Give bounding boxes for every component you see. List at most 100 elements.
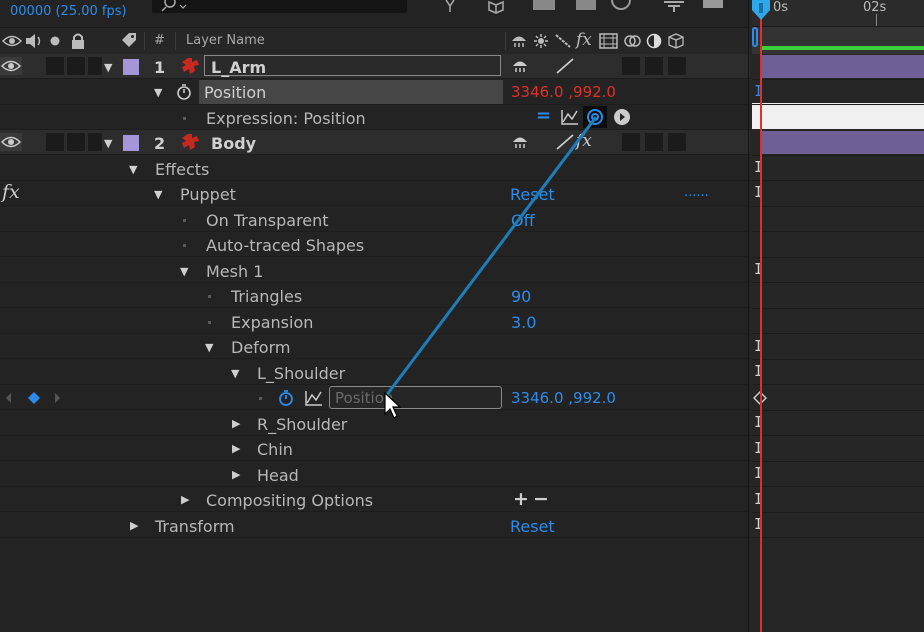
current-time-indicator-icon[interactable] <box>751 0 771 22</box>
expand-triangle-icon[interactable]: ▼ <box>231 367 239 380</box>
transform-label[interactable]: Transform <box>155 517 235 536</box>
collapse-triangle-icon[interactable]: ▶ <box>130 519 138 532</box>
visibility-eye-icon[interactable] <box>0 133 22 151</box>
collapse-sun-icon[interactable] <box>533 33 549 49</box>
layer-name-column-header[interactable]: Layer Name <box>186 33 265 48</box>
collapse-triangle-icon[interactable]: ▶ <box>232 442 240 455</box>
effects-fx-icon[interactable]: fx <box>576 30 592 50</box>
mesh-label[interactable]: Mesh 1 <box>206 262 263 281</box>
r-shoulder-label[interactable]: R_Shoulder <box>257 415 347 434</box>
effects-switch-fx-icon[interactable]: fx <box>576 131 592 151</box>
keyframe-navigator[interactable] <box>3 391 65 405</box>
expression-editor-field[interactable] <box>752 103 924 129</box>
audio-speaker-icon[interactable] <box>24 33 44 49</box>
comp-mini-flowchart-icon[interactable] <box>440 0 460 14</box>
shy-icon[interactable] <box>510 33 528 49</box>
expansion-value[interactable]: 3.0 <box>511 313 536 332</box>
audio-switch[interactable] <box>46 133 64 151</box>
collapse-triangle-icon[interactable]: ▶ <box>232 417 240 430</box>
triangles-value[interactable]: 90 <box>511 287 531 306</box>
draft-3d-icon[interactable] <box>487 0 505 14</box>
motion-blur-switch[interactable] <box>645 133 663 151</box>
lock-switch[interactable] <box>88 133 102 151</box>
expand-triangle-icon[interactable]: ▼ <box>129 163 137 176</box>
expand-triangle-icon[interactable]: ▼ <box>180 265 188 278</box>
expand-triangle-icon[interactable]: ▼ <box>154 188 162 201</box>
shy-switch-icon[interactable] <box>511 58 529 74</box>
layer-name[interactable]: Body <box>211 134 256 153</box>
frame-blend-switch[interactable] <box>622 133 640 151</box>
work-area-bar[interactable] <box>762 46 924 50</box>
solo-switch[interactable] <box>67 57 85 75</box>
position-value[interactable]: 3346.0 ,992.0 <box>511 83 616 101</box>
compositing-label[interactable]: Compositing Options <box>206 491 373 510</box>
collapse-triangle-icon[interactable]: ▶ <box>181 493 189 506</box>
timecode-display[interactable]: 00000 (25.00 fps) <box>10 4 127 19</box>
flowchart-icon[interactable] <box>702 0 724 10</box>
frame-blending-icon[interactable] <box>532 0 556 12</box>
lock-icon[interactable] <box>70 32 86 50</box>
remove-mask-button[interactable]: − <box>533 488 549 510</box>
effects-label[interactable]: Effects <box>155 160 209 179</box>
stopwatch-active-icon[interactable] <box>277 389 295 407</box>
label-tag-icon[interactable] <box>120 32 138 50</box>
pickwhip-target-label[interactable]: Position <box>335 389 393 407</box>
puppet-about-link[interactable]: ...... <box>684 185 709 200</box>
visibility-eye-icon[interactable] <box>0 57 22 75</box>
puppet-label[interactable]: Puppet <box>180 185 236 204</box>
layer-bar-body[interactable] <box>761 131 924 154</box>
work-area-start-handle[interactable] <box>752 27 758 47</box>
puppet-reset-link[interactable]: Reset <box>510 185 555 204</box>
tl-row-line <box>752 435 924 436</box>
frame-blend-column-icon[interactable] <box>599 33 619 49</box>
video-eye-icon[interactable] <box>2 34 22 48</box>
frame-blend-switch[interactable] <box>622 57 640 75</box>
pickwhip-icon[interactable] <box>585 107 605 127</box>
playhead-line[interactable] <box>760 12 762 632</box>
expand-triangle-icon[interactable]: ▼ <box>104 61 112 74</box>
graph-icon[interactable] <box>304 389 324 407</box>
expression-language-menu-icon[interactable] <box>613 108 631 126</box>
brainstorm-icon[interactable] <box>660 0 688 14</box>
expand-triangle-icon[interactable]: ▼ <box>104 137 112 150</box>
audio-switch[interactable] <box>46 57 64 75</box>
motion-blur-icon[interactable] <box>575 0 597 12</box>
motion-blur-switch[interactable] <box>645 57 663 75</box>
3d-layer-icon[interactable] <box>667 32 685 50</box>
deform-label[interactable]: Deform <box>231 338 290 357</box>
3d-switch[interactable] <box>668 133 686 151</box>
add-mask-button[interactable]: + <box>513 488 529 510</box>
stopwatch-icon[interactable] <box>175 83 193 101</box>
3d-switch[interactable] <box>668 57 686 75</box>
layer-label-color[interactable] <box>123 135 139 151</box>
expression-graph-icon[interactable] <box>560 108 580 126</box>
head-label[interactable]: Head <box>257 466 299 485</box>
lock-switch[interactable] <box>88 57 102 75</box>
solo-switch[interactable] <box>67 133 85 151</box>
quality-icon[interactable] <box>554 33 572 49</box>
motion-blur-column-icon[interactable] <box>623 33 643 49</box>
position-label[interactable]: Position <box>204 83 266 102</box>
layer-bar-l-arm[interactable] <box>761 55 924 78</box>
panel-splitter[interactable] <box>748 0 749 632</box>
transform-reset-link[interactable]: Reset <box>510 517 555 536</box>
number-column-header[interactable]: # <box>154 33 165 48</box>
solo-dot-icon[interactable] <box>49 35 61 47</box>
collapse-triangle-icon[interactable]: ▶ <box>232 468 240 481</box>
quality-switch-icon[interactable] <box>555 57 575 75</box>
expression-enable-icon[interactable]: = <box>536 105 551 126</box>
expand-triangle-icon[interactable]: ▼ <box>154 86 162 99</box>
on-transparent-value[interactable]: Off <box>511 211 535 230</box>
chin-label[interactable]: Chin <box>257 440 293 459</box>
quality-switch-icon[interactable] <box>555 133 575 151</box>
l-shoulder-position-value[interactable]: 3346.0 ,992.0 <box>511 389 616 407</box>
graph-editor-icon[interactable] <box>610 0 632 12</box>
layer-label-color[interactable] <box>123 59 139 75</box>
effect-fx-icon[interactable]: fx <box>2 181 20 203</box>
l-shoulder-label[interactable]: L_Shoulder <box>257 364 345 383</box>
adjustment-layer-icon[interactable] <box>646 33 662 49</box>
layer-name[interactable]: L_Arm <box>211 58 266 77</box>
shy-switch-icon[interactable] <box>511 134 529 150</box>
search-input[interactable] <box>152 0 407 13</box>
expand-triangle-icon[interactable]: ▼ <box>205 341 213 354</box>
